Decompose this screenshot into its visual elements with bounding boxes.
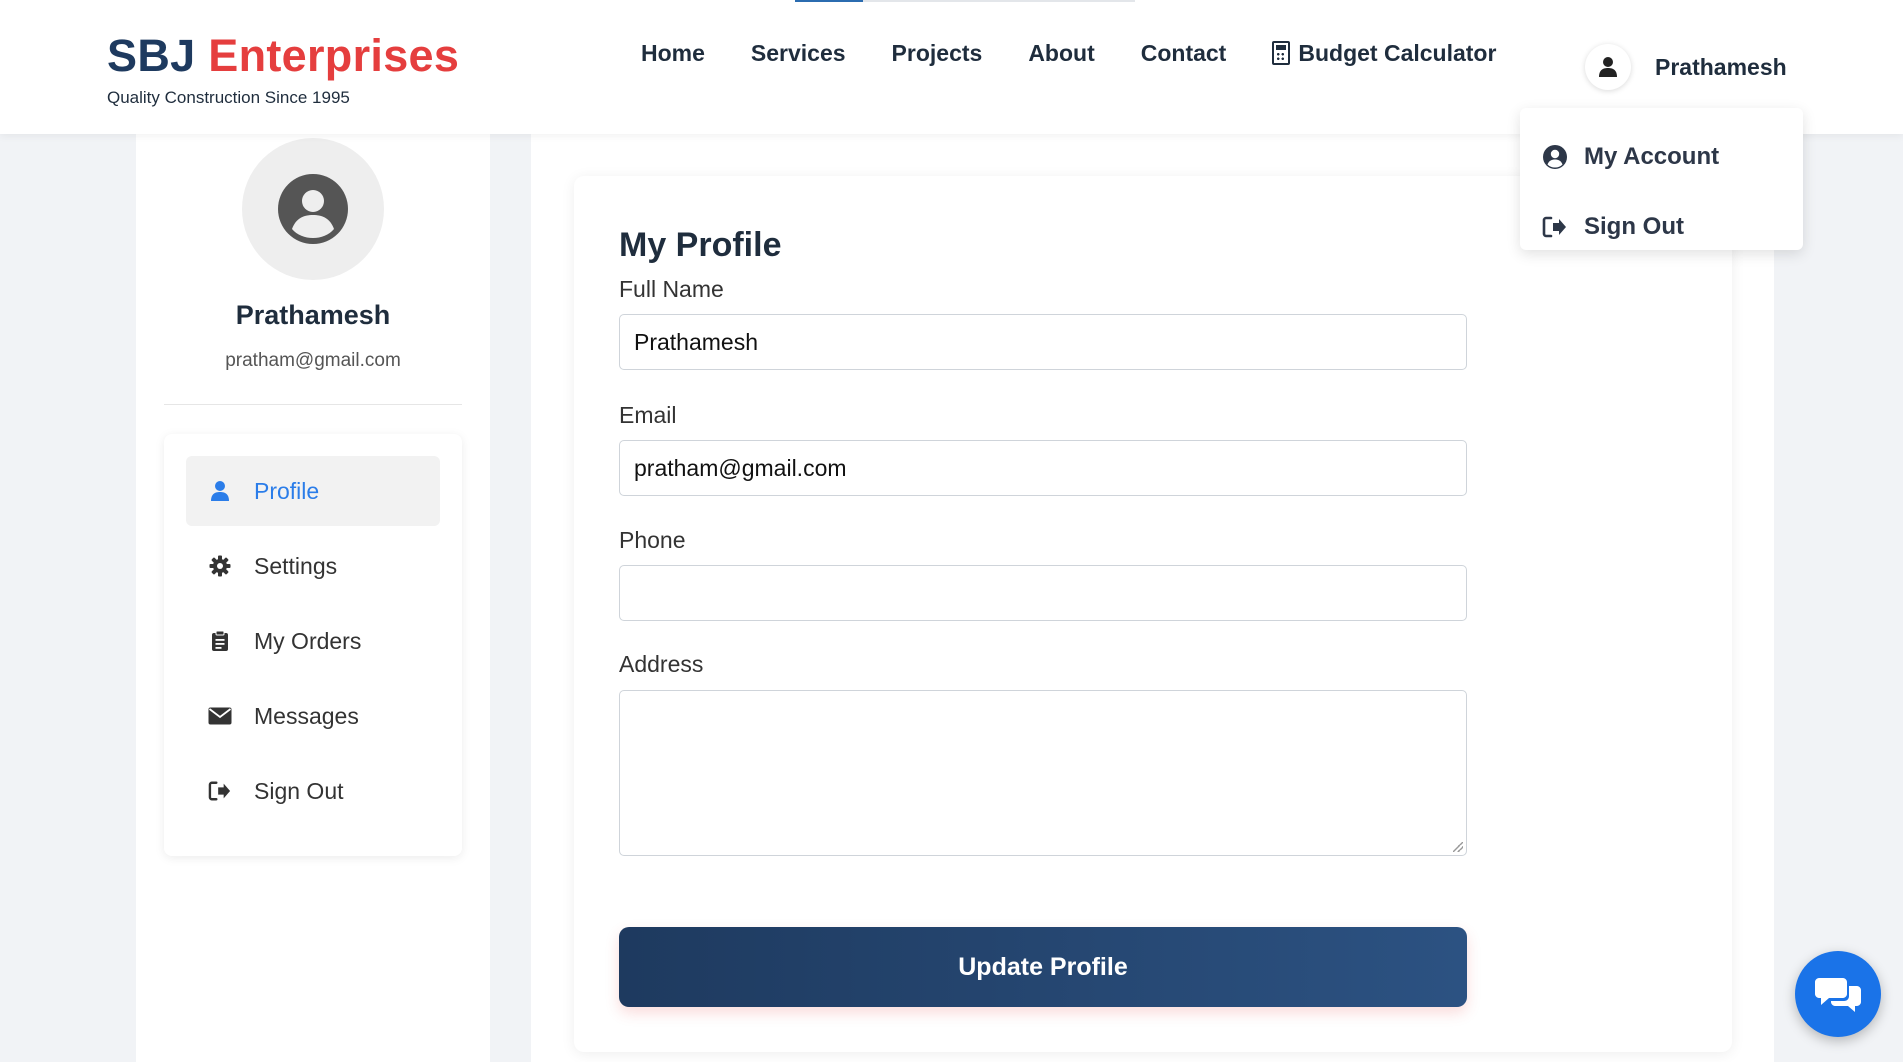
full-name-label: Full Name	[619, 276, 724, 302]
sidebar-divider	[164, 404, 462, 405]
nav-projects[interactable]: Projects	[892, 36, 983, 70]
full-name-input[interactable]	[619, 314, 1467, 370]
sidebar-item-label: My Orders	[254, 627, 362, 654]
user-circle-icon	[1542, 144, 1568, 170]
sign-out-icon	[1542, 214, 1568, 240]
phone-input[interactable]	[619, 565, 1467, 621]
nav-active-indicator	[795, 0, 863, 2]
sidebar-item-label: Messages	[254, 702, 359, 729]
email-input[interactable]	[619, 440, 1467, 496]
email-label: Email	[619, 402, 677, 428]
brand-name: SBJ Enterprises	[107, 30, 459, 82]
user-icon	[208, 479, 232, 503]
profile-sidebar: Prathamesh pratham@gmail.com Profile Set…	[136, 134, 490, 1062]
envelope-icon	[208, 704, 232, 728]
nav-services[interactable]: Services	[751, 36, 846, 70]
calculator-icon	[1272, 41, 1291, 65]
user-menu-toggle[interactable]: Prathamesh	[1585, 44, 1787, 90]
profile-avatar	[242, 138, 384, 280]
sidebar-item-settings[interactable]: Settings	[186, 531, 440, 601]
dropdown-sign-out-label: Sign Out	[1584, 213, 1684, 240]
sidebar-item-label: Settings	[254, 552, 338, 579]
dropdown-my-account-label: My Account	[1584, 143, 1720, 170]
sidebar-menu: Profile Settings My Orders Messages Sign…	[164, 434, 462, 856]
update-profile-button[interactable]: Update Profile	[619, 927, 1467, 1007]
nav-contact[interactable]: Contact	[1141, 36, 1227, 70]
main-nav: Home Services Projects About Contact Bud…	[641, 36, 1496, 70]
nav-indicator-track	[795, 0, 1135, 2]
user-avatar	[1585, 44, 1631, 90]
user-circle-icon	[278, 174, 348, 244]
phone-label: Phone	[619, 527, 686, 553]
address-textarea[interactable]	[619, 690, 1467, 856]
brand-name-part1: SBJ	[107, 30, 196, 81]
sidebar-item-label: Sign Out	[254, 777, 344, 804]
sidebar-user-name: Prathamesh	[235, 300, 391, 330]
textarea-resize-handle[interactable]	[1453, 842, 1463, 852]
nav-about[interactable]: About	[1028, 36, 1094, 70]
sidebar-item-label: Profile	[254, 477, 320, 504]
user-name: Prathamesh	[1655, 53, 1787, 80]
clipboard-icon	[208, 629, 232, 653]
gear-icon	[208, 554, 232, 578]
main-content: My Profile Full Name Email Phone Address…	[531, 134, 1774, 1062]
brand-name-part2: Enterprises	[208, 30, 460, 81]
sidebar-item-profile[interactable]: Profile	[186, 456, 440, 526]
brand-tagline: Quality Construction Since 1995	[107, 88, 350, 107]
sidebar-user-email: pratham@gmail.com	[225, 350, 401, 371]
brand-logo[interactable]: SBJ Enterprises Quality Construction Sin…	[107, 30, 459, 108]
dropdown-sign-out[interactable]: Sign Out	[1520, 192, 1803, 262]
sidebar-item-sign-out[interactable]: Sign Out	[186, 756, 440, 826]
user-icon	[1599, 57, 1617, 77]
nav-budget-calculator[interactable]: Budget Calculator	[1272, 36, 1496, 70]
nav-budget-calculator-label: Budget Calculator	[1298, 40, 1497, 66]
chat-button[interactable]	[1795, 951, 1881, 1037]
address-label: Address	[619, 651, 704, 677]
sidebar-item-my-orders[interactable]: My Orders	[186, 606, 440, 676]
user-dropdown-menu: My Account Sign Out	[1520, 108, 1803, 250]
page-title: My Profile	[619, 226, 782, 264]
chat-bubbles-icon	[1815, 978, 1861, 1012]
nav-home[interactable]: Home	[641, 36, 705, 70]
sign-out-icon	[208, 779, 232, 803]
profile-form-card: My Profile Full Name Email Phone Address…	[574, 176, 1732, 1052]
sidebar-item-messages[interactable]: Messages	[186, 681, 440, 751]
dropdown-my-account[interactable]: My Account	[1520, 122, 1803, 192]
